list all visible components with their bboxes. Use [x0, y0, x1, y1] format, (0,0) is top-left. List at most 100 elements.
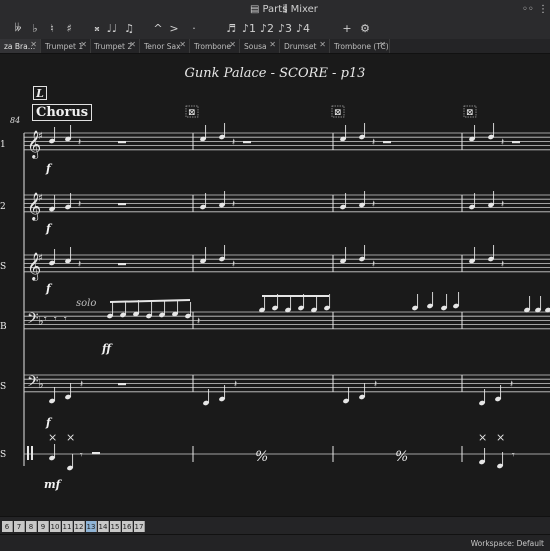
- quarter-rest: 𝄽: [372, 259, 375, 270]
- page-thumbnail[interactable]: 12: [74, 521, 85, 532]
- score-view[interactable]: 𝄞 ♯ 𝄞 ♯ 𝄞 ♯ 𝄢 ♭ 𝄢 ♭ 𝄽 𝄽 𝄽 𝄽 𝄽 𝄽 𝄽 𝄽 𝄽 𝄽 𝄽 𝄽 𝄾 𝄾 𝄾 𝄽 𝄽 𝄽 𝄽 𝄽 × × 𝄾%% × × 𝄾 ⊠ ⊠…: [0, 54, 550, 516]
- title-bar: ▤ Parts ⫼ Mixer ◦◦ ⋮: [0, 0, 550, 19]
- cymbal-note: ×: [66, 431, 75, 444]
- quarter-rest: 𝄽: [501, 259, 504, 270]
- more-icon[interactable]: ⋮: [538, 2, 548, 16]
- whole-rest: [243, 141, 251, 144]
- duration-4-icon[interactable]: ♪4: [295, 20, 311, 36]
- percussion-clef-icon: [27, 446, 29, 460]
- whole-rest: [118, 141, 126, 144]
- close-tab-icon[interactable]: ✕: [80, 40, 87, 49]
- dynamic-marking[interactable]: f: [46, 162, 51, 175]
- close-tab-icon[interactable]: ✕: [179, 40, 186, 49]
- dynamic-marking[interactable]: f: [46, 222, 51, 235]
- score-title: Gunk Palace - SCORE - p13: [184, 66, 366, 81]
- add-icon[interactable]: +: [339, 20, 355, 36]
- chord-diagram-icon: ⊠: [334, 108, 342, 118]
- chord-diagram-icon: ⊠: [188, 108, 196, 118]
- tab-part[interactable]: Sousa ✕: [240, 39, 280, 53]
- dynamic-marking[interactable]: f: [46, 282, 51, 295]
- parts-button[interactable]: ▤ Parts: [250, 2, 287, 16]
- page-thumbnail[interactable]: 14: [98, 521, 109, 532]
- staff-label-trumpet-2: 2: [0, 202, 6, 212]
- sharp-icon[interactable]: ♯: [61, 20, 77, 36]
- tie-icon[interactable]: ♩♩: [104, 20, 120, 36]
- whole-rest: [118, 203, 126, 206]
- duration-2-icon[interactable]: ♪2: [259, 20, 275, 36]
- key-signature-flat: ♭: [38, 377, 44, 391]
- tab-part[interactable]: za Bra… ✕: [0, 39, 41, 53]
- grace-note-icon[interactable]: ♫: [121, 20, 137, 36]
- close-tab-icon[interactable]: ✕: [229, 40, 236, 49]
- duration-3-icon[interactable]: ♪3: [277, 20, 293, 36]
- tab-label: Trumpet 1: [45, 41, 84, 51]
- tab-part[interactable]: Trombone ✕: [190, 39, 240, 53]
- workspace-selector[interactable]: Workspace: Default: [471, 539, 544, 548]
- dynamic-marking[interactable]: ff: [102, 342, 111, 355]
- dynamic-marking[interactable]: mf: [44, 478, 60, 491]
- double-sharp-icon[interactable]: 𝄪: [89, 20, 105, 36]
- mixer-label: Mixer: [290, 3, 318, 15]
- cymbal-note: ×: [48, 431, 57, 444]
- staff-label-drumset: S: [0, 450, 7, 460]
- eighth-rest: 𝄾: [80, 450, 83, 461]
- staccato-icon[interactable]: ·: [186, 20, 202, 36]
- tab-part[interactable]: Drumset ✕: [280, 39, 330, 53]
- page-thumbnail[interactable]: 11: [62, 521, 73, 532]
- page-thumbnail[interactable]: 15: [110, 521, 121, 532]
- tab-part[interactable]: Trumpet 1 ✕: [41, 39, 91, 53]
- close-tab-icon[interactable]: ✕: [319, 40, 326, 49]
- whole-rest: [92, 452, 100, 455]
- tab-label: Tenor Sax: [144, 41, 181, 51]
- close-tab-icon[interactable]: ✕: [269, 40, 276, 49]
- mixer-button[interactable]: ⫼ Mixer: [283, 2, 318, 16]
- page-thumbnail[interactable]: 17: [134, 521, 145, 532]
- section-text[interactable]: Chorus: [32, 104, 93, 121]
- note-input-toolbar: 𝄫 ♭ ♮ ♯ 𝄪 ♩♩ ♫ ^ > · ♬ ♪1 ♪2 ♪3 ♪4 + ⚙: [0, 18, 550, 40]
- tab-part[interactable]: Trombone (TC) ✕: [330, 39, 390, 53]
- tab-part[interactable]: Trumpet 2 ✕: [90, 39, 140, 53]
- duration-1-icon[interactable]: ♪1: [241, 20, 257, 36]
- bass-clef-icon: 𝄢: [27, 373, 39, 394]
- staff-label-trombone: B: [0, 322, 7, 332]
- close-tab-icon[interactable]: ✕: [30, 40, 37, 49]
- key-signature-sharp: ♯: [38, 131, 43, 142]
- chord-diagram-icon: ⊠: [466, 108, 474, 118]
- key-signature-sharp: ♯: [38, 193, 43, 204]
- whole-rest: [118, 383, 126, 386]
- rehearsal-mark[interactable]: L: [33, 86, 47, 100]
- cymbal-note: ×: [496, 431, 505, 444]
- page-thumbnail[interactable]: 8: [26, 521, 37, 532]
- staff-label-trumpet-1: 1: [0, 140, 6, 150]
- tab-label: Trumpet 2: [94, 41, 133, 51]
- double-flat-icon[interactable]: 𝄫: [10, 20, 26, 36]
- accent-icon[interactable]: >: [166, 20, 182, 36]
- settings-icon[interactable]: ⚙: [357, 20, 373, 36]
- page-thumbnail[interactable]: 13: [86, 521, 97, 532]
- score-canvas[interactable]: 𝄞♯𝄞♯𝄞♯𝄢 ♭𝄢 ♭𝄽 𝄽 𝄽 𝄽𝄽 𝄽 𝄽 𝄽𝄽 𝄽 𝄽 𝄽𝄾 𝄾 𝄾 𝄽𝄽 𝄽 𝄽 𝄽× ×𝄾% %× ×𝄾⊠ ⊠…: [0, 54, 550, 516]
- quarter-rest: 𝄽: [501, 199, 504, 210]
- dynamic-marking[interactable]: f: [46, 416, 51, 429]
- page-thumbnail[interactable]: 9: [38, 521, 49, 532]
- close-tab-icon[interactable]: ✕: [379, 40, 386, 49]
- page-thumbnail[interactable]: 6: [2, 521, 13, 532]
- page-thumbnail[interactable]: 16: [122, 521, 133, 532]
- quarter-rest: 𝄽: [232, 259, 235, 270]
- tab-part[interactable]: Tenor Sax ✕: [140, 39, 190, 53]
- marcato-icon[interactable]: ^: [150, 20, 166, 36]
- percussion-clef-icon: [31, 446, 33, 460]
- whole-rest: [512, 141, 520, 144]
- close-tab-icon[interactable]: ✕: [129, 40, 136, 49]
- tuplet-icon[interactable]: ♬: [223, 20, 239, 36]
- page-thumbnail[interactable]: 7: [14, 521, 25, 532]
- window-controls-icon[interactable]: ◦◦: [522, 2, 534, 16]
- quarter-rest: 𝄽: [78, 199, 81, 210]
- quarter-rest: 𝄽: [197, 316, 200, 327]
- natural-icon[interactable]: ♮: [44, 20, 60, 36]
- whole-rest: [118, 263, 126, 266]
- solo-text[interactable]: solo: [76, 298, 96, 309]
- whole-rest: [383, 141, 391, 144]
- page-thumbnail[interactable]: 10: [50, 521, 61, 532]
- flat-icon[interactable]: ♭: [27, 20, 43, 36]
- eighth-rest: 𝄾: [64, 314, 67, 325]
